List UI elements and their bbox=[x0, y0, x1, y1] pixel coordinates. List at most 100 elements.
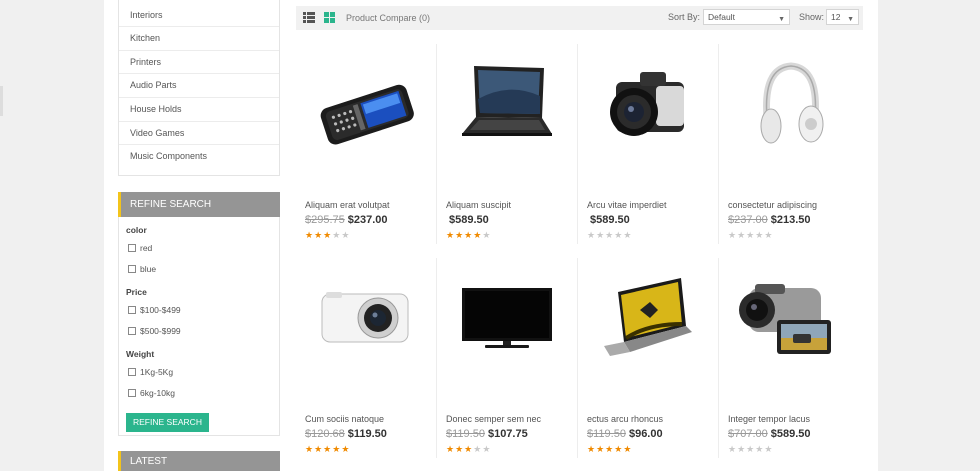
sort-by-select[interactable]: Default ▼ bbox=[703, 9, 790, 25]
product-card[interactable]: Donec semper sem nec $119.50 $107.75 ★★★★… bbox=[437, 258, 578, 458]
category-item-video-games[interactable]: Video Games bbox=[119, 122, 279, 146]
show-count-select[interactable]: 12 ▼ bbox=[826, 9, 859, 25]
new-price: $589.50 bbox=[770, 428, 811, 440]
new-price: $589.50 bbox=[449, 214, 489, 226]
product-name[interactable]: ectus arcu rhoncus bbox=[587, 414, 663, 424]
laptop-icon[interactable] bbox=[437, 44, 578, 184]
product-name[interactable]: consectetur adipiscing bbox=[728, 200, 817, 210]
product-price: $589.50 bbox=[446, 214, 489, 226]
product-card[interactable]: Arcu vitae imperdiet $589.50 ★★★★★ bbox=[578, 44, 719, 244]
product-name[interactable]: Cum sociis natoque bbox=[305, 414, 384, 424]
checkbox[interactable] bbox=[128, 243, 136, 252]
star-empty-icon: ★ bbox=[728, 230, 738, 240]
star-filled-icon: ★ bbox=[314, 444, 324, 454]
refine-search-button[interactable]: REFINE SEARCH bbox=[126, 413, 209, 432]
grid-view-icon[interactable] bbox=[324, 12, 335, 23]
star-filled-icon: ★ bbox=[305, 230, 315, 240]
laptop-icon[interactable] bbox=[578, 258, 719, 398]
product-card[interactable]: consectetur adipiscing $237.00 $213.50 ★ ★… bbox=[719, 44, 860, 244]
star-filled-icon: ★ bbox=[605, 444, 615, 454]
product-price: $295.75 $237.00 bbox=[305, 214, 388, 226]
headphones-icon[interactable] bbox=[719, 44, 860, 184]
old-price: $237.00 bbox=[728, 214, 768, 226]
star-filled-icon: ★ bbox=[623, 444, 633, 454]
checkbox[interactable] bbox=[128, 326, 136, 335]
phone-icon[interactable] bbox=[296, 44, 437, 184]
star-empty-icon: ★ bbox=[482, 230, 492, 240]
product-price: $120.68 $119.50 bbox=[305, 428, 387, 440]
star-empty-icon: ★ bbox=[623, 230, 633, 240]
category-item-kitchen[interactable]: Kitchen bbox=[119, 27, 279, 51]
star-empty-icon: ★ bbox=[341, 230, 351, 240]
star-filled-icon: ★ bbox=[455, 444, 465, 454]
product-card[interactable]: Cum sociis natoque $120.68 $119.50 ★★★★★ bbox=[296, 258, 437, 458]
refine-search-title: REFINE SEARCH bbox=[118, 192, 280, 217]
sort-by-label: Sort By: bbox=[668, 12, 701, 22]
compact-camera-icon[interactable] bbox=[296, 258, 437, 398]
product-compare-link[interactable]: Product Compare (0) bbox=[346, 13, 430, 23]
camcorder-icon[interactable] bbox=[719, 258, 860, 398]
star-filled-icon: ★ bbox=[473, 230, 483, 240]
star-filled-icon: ★ bbox=[323, 230, 333, 240]
filter-option-blue[interactable]: blue bbox=[126, 258, 279, 279]
filter-option-weight-1-5[interactable]: 1Kg-5Kg bbox=[126, 361, 279, 382]
checkbox[interactable] bbox=[128, 388, 136, 397]
star-filled-icon: ★ bbox=[323, 444, 333, 454]
filter-option-label: 6kg-10kg bbox=[140, 387, 175, 398]
star-empty-icon: ★ bbox=[746, 444, 756, 454]
star-empty-icon: ★ bbox=[587, 230, 597, 240]
product-name[interactable]: Aliquam erat volutpat bbox=[305, 200, 390, 210]
checkbox[interactable] bbox=[128, 264, 136, 273]
product-card[interactable]: Aliquam suscipit $589.50 ★★★★★ bbox=[437, 44, 578, 244]
checkbox[interactable] bbox=[128, 367, 136, 376]
star-filled-icon: ★ bbox=[332, 444, 342, 454]
new-price: $589.50 bbox=[590, 214, 630, 226]
filter-group-title: color bbox=[126, 225, 147, 235]
rating-stars: ★★★★★ bbox=[728, 444, 773, 455]
product-card[interactable]: Integer tempor lacus $707.00 $589.50 ★★★★… bbox=[719, 258, 860, 458]
filter-group-title: Price bbox=[126, 287, 147, 297]
filter-group-color: color red blue bbox=[126, 225, 279, 279]
monitor-icon[interactable] bbox=[437, 258, 578, 398]
filter-option-weight-6-10[interactable]: 6kg-10kg bbox=[126, 382, 279, 403]
filter-option-price-500-999[interactable]: $500-$999 bbox=[126, 320, 279, 341]
product-name[interactable]: Integer tempor lacus bbox=[728, 414, 810, 424]
product-price: $237.00 $213.50 bbox=[728, 214, 811, 226]
star-filled-icon: ★ bbox=[446, 444, 456, 454]
filter-option-red[interactable]: red bbox=[126, 237, 279, 258]
checkbox[interactable] bbox=[128, 305, 136, 314]
camera-icon[interactable] bbox=[578, 44, 719, 184]
show-label: Show: bbox=[799, 12, 825, 22]
filter-option-label: red bbox=[140, 242, 153, 253]
filter-group-title: Weight bbox=[126, 349, 155, 359]
product-price: $707.00 $589.50 bbox=[728, 428, 811, 440]
category-item-printers[interactable]: Printers bbox=[119, 51, 279, 75]
star-filled-icon: ★ bbox=[614, 444, 624, 454]
product-price: $589.50 bbox=[587, 214, 630, 226]
product-card[interactable]: ectus arcu rhoncus $119.50 $96.00 ★★★★★ bbox=[578, 258, 719, 458]
list-view-icon[interactable] bbox=[303, 12, 315, 23]
product-card[interactable]: Aliquam erat volutpat $295.75 $237.00 ★ ★ ★… bbox=[296, 44, 437, 244]
category-item-interiors[interactable]: Interiors bbox=[119, 0, 279, 27]
page-edge-tab bbox=[0, 86, 3, 116]
chevron-down-icon: ▼ bbox=[847, 16, 854, 23]
new-price: $213.50 bbox=[770, 214, 811, 226]
star-filled-icon: ★ bbox=[341, 444, 351, 454]
new-price: $119.50 bbox=[347, 428, 387, 440]
star-empty-icon: ★ bbox=[746, 230, 756, 240]
rating-stars: ★★★★★ bbox=[587, 230, 632, 241]
sidebar: Interiors Kitchen Printers Audio Parts H… bbox=[118, 0, 280, 176]
category-item-music-components[interactable]: Music Components bbox=[119, 145, 279, 169]
rating-stars: ★★★★★ bbox=[446, 444, 491, 455]
latest-panel: LATEST bbox=[118, 451, 280, 471]
product-name[interactable]: Arcu vitae imperdiet bbox=[587, 200, 667, 210]
product-name[interactable]: Donec semper sem nec bbox=[446, 414, 541, 424]
filter-option-label: blue bbox=[140, 263, 157, 274]
category-item-audio-parts[interactable]: Audio Parts bbox=[119, 74, 279, 99]
old-price: $707.00 bbox=[728, 428, 768, 440]
star-empty-icon: ★ bbox=[605, 230, 615, 240]
filter-option-price-100-499[interactable]: $100-$499 bbox=[126, 299, 279, 320]
old-price: $120.68 bbox=[305, 428, 345, 440]
category-item-house-holds[interactable]: House Holds bbox=[119, 98, 279, 122]
product-name[interactable]: Aliquam suscipit bbox=[446, 200, 511, 210]
